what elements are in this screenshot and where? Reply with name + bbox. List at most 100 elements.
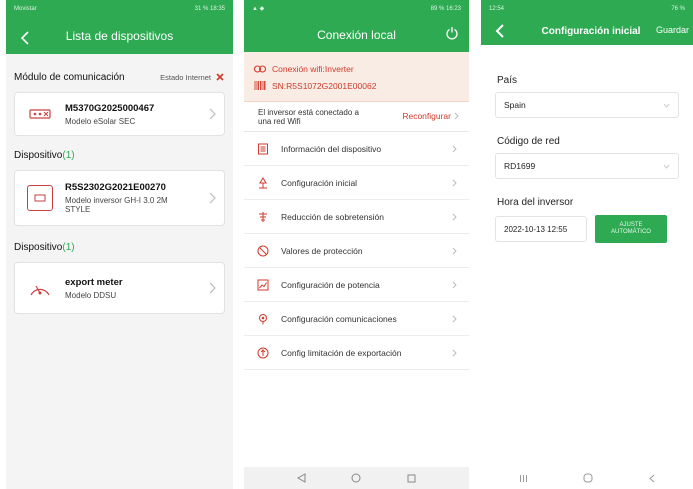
status-clock: 89 % 16:23	[430, 5, 461, 12]
power-chart-icon	[256, 278, 270, 292]
device-section-label: Dispositivo	[14, 149, 63, 161]
signal-icon: ▲ ◆	[252, 6, 265, 12]
phone-device-list: Movistar 31 % 18:35 Lista de dispositivo…	[6, 0, 233, 489]
device-count: (1)	[62, 149, 75, 161]
chevron-right-icon	[452, 179, 457, 186]
grid-code-value: RD1699	[504, 161, 536, 171]
app-bar: Conexión local	[244, 17, 469, 52]
phone-local-connection: ▲ ◆ 89 % 16:23 Conexión local Conexión w…	[244, 0, 469, 489]
menu-item-protection[interactable]: Valores de protección	[244, 234, 469, 268]
status-bar: ▲ ◆ 89 % 16:23	[244, 0, 469, 17]
power-icon	[446, 27, 458, 40]
meter-section-label: Dispositivo	[14, 241, 63, 253]
inverter-model: Modelo inversor GH-I 3.0 2M	[65, 196, 168, 205]
connection-info: Conexión wifi:Inverter SN:R5S1072G2001E0…	[244, 52, 469, 102]
comm-module-sn: M5370G2025000467	[65, 102, 155, 114]
menu-item-device-info[interactable]: Información del dispositivo	[244, 132, 469, 166]
chevron-right-icon	[452, 247, 457, 254]
reconfigure-label: Reconfigurar	[402, 111, 451, 121]
system-nav-bar	[481, 467, 693, 489]
app-bar: Configuración inicial Guardar	[481, 17, 693, 45]
carrier-label: Movistar	[14, 5, 37, 12]
comm-module-title: Módulo de comunicación	[14, 71, 125, 83]
menu-item-initial-setup[interactable]: Configuración inicial	[244, 166, 469, 200]
chevron-down-icon	[663, 103, 670, 108]
inverter-icon	[27, 185, 53, 211]
back-button[interactable]	[489, 20, 511, 42]
back-button[interactable]	[14, 27, 36, 49]
meter-sn: export meter	[65, 276, 123, 288]
status-bar: 12:54 76 %	[481, 0, 693, 17]
document-icon	[256, 142, 270, 156]
inverter-model-line2: STYLE	[65, 205, 91, 214]
page-title: Conexión local	[317, 27, 396, 42]
antenna-icon	[256, 312, 270, 326]
chevron-down-icon	[663, 164, 670, 169]
chevron-right-icon	[452, 315, 457, 322]
chevron-right-icon	[209, 108, 216, 120]
meter-count: (1)	[62, 241, 75, 253]
wifi-connection-label: Conexión wifi:Inverter	[272, 63, 354, 74]
nav-back-icon[interactable]	[649, 474, 655, 483]
comm-module-card[interactable]: M5370G2025000467 Modelo eSolar SEC	[14, 92, 225, 136]
chevron-right-icon	[209, 192, 216, 204]
meter-icon	[27, 275, 53, 301]
internet-status-label: Estado Internet	[160, 72, 211, 82]
setup-icon	[256, 176, 270, 190]
comm-module-header: Módulo de comunicación Estado Internet	[6, 66, 233, 88]
chevron-right-icon	[452, 281, 457, 288]
nav-recents-icon[interactable]	[407, 474, 416, 483]
inverter-time-field[interactable]: 2022-10-13 12:55	[495, 216, 587, 242]
power-button[interactable]	[445, 26, 459, 45]
wifi-status-message: El inversor está conectado a una red Wif…	[258, 108, 359, 126]
reconfigure-link[interactable]: Reconfigurar	[402, 111, 459, 121]
phone-initial-setup: 12:54 76 % Configuración inicial Guardar…	[481, 0, 693, 489]
inverter-time-label: Hora del inversor	[497, 197, 574, 208]
meter-section-header: Dispositivo(1)	[6, 236, 233, 258]
menu-item-communications[interactable]: Configuración comunicaciones	[244, 302, 469, 336]
voltage-icon	[256, 210, 270, 224]
meter-model: Modelo DDSU	[65, 290, 117, 300]
menu-item-overvoltage[interactable]: Reducción de sobretensión	[244, 200, 469, 234]
app-bar: Lista de dispositivos	[6, 17, 233, 54]
nav-recents-icon[interactable]	[519, 474, 528, 483]
nav-home-icon[interactable]	[351, 473, 361, 483]
chevron-right-icon	[452, 213, 457, 220]
menu-item-label: Reducción de sobretensión	[281, 211, 385, 222]
status-bar: Movistar 31 % 18:35	[6, 0, 233, 17]
meter-card[interactable]: export meter Modelo DDSU	[14, 262, 225, 314]
status-time: 12:54	[489, 5, 505, 12]
inverter-time-value: 2022-10-13 12:55	[504, 224, 568, 234]
menu-item-power-config[interactable]: Configuración de potencia	[244, 268, 469, 302]
country-label: País	[497, 75, 518, 86]
menu-item-label: Configuración de potencia	[281, 279, 380, 290]
menu-item-label: Configuración comunicaciones	[281, 313, 397, 324]
country-select[interactable]: Spain	[495, 92, 679, 118]
wifi-status-row: El inversor está conectado a una red Wif…	[244, 102, 469, 132]
chevron-right-icon	[452, 349, 457, 356]
datalogger-icon	[27, 101, 53, 127]
chevron-right-icon	[454, 112, 459, 120]
back-arrow-icon	[495, 24, 504, 38]
menu-item-label: Config limitación de exportación	[281, 347, 402, 358]
menu-item-label: Información del dispositivo	[281, 143, 382, 154]
inverter-card[interactable]: R5S2302G2021E00270 Modelo inversor GH-I …	[14, 170, 225, 226]
grid-code-label: Código de red	[497, 136, 560, 147]
status-clock: 31 % 18:35	[194, 5, 225, 12]
menu-item-label: Valores de protección	[281, 245, 363, 256]
auto-adjust-button[interactable]: AJUSTE AUTOMÁTICO	[595, 215, 667, 243]
nav-home-icon[interactable]	[583, 473, 593, 483]
device-section-header: Dispositivo(1)	[6, 144, 233, 166]
inverter-sn: R5S2302G2021E00270	[65, 182, 166, 193]
chevron-right-icon	[452, 145, 457, 152]
menu-item-export-limit[interactable]: Config limitación de exportación	[244, 336, 469, 370]
protection-icon	[256, 244, 270, 258]
export-limit-icon	[256, 346, 270, 360]
disconnected-icon	[216, 73, 224, 81]
nav-back-icon[interactable]	[296, 473, 306, 483]
page-title: Lista de dispositivos	[65, 28, 174, 43]
back-arrow-icon	[20, 31, 29, 45]
grid-code-select[interactable]: RD1699	[495, 153, 679, 179]
country-value: Spain	[504, 100, 526, 110]
save-button[interactable]: Guardar	[656, 25, 689, 35]
